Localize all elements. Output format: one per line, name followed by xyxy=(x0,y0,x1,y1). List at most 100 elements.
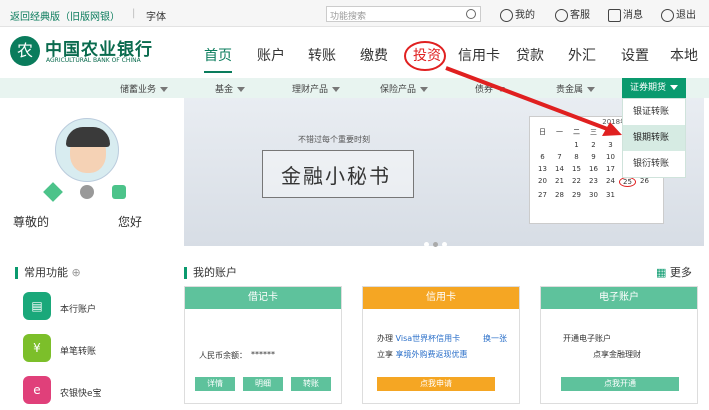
transfer-button[interactable]: 转账 xyxy=(291,377,331,391)
nav-payment[interactable]: 缴费 xyxy=(360,45,388,65)
yuan-icon[interactable]: ¥ xyxy=(23,334,51,362)
calendar-day: 8 xyxy=(574,153,579,161)
e-line2: 点享金融理财 xyxy=(593,350,641,359)
calendar-day: 29 xyxy=(572,191,581,199)
calendar-day: 14 xyxy=(555,165,564,173)
securities-dropdown: 银证转账 银期转账 银衍转账 xyxy=(622,98,686,178)
search-icon[interactable] xyxy=(466,9,476,19)
greeting-1: 尊敬的 xyxy=(13,215,50,229)
fn-account[interactable]: 本行账户 xyxy=(60,302,96,315)
search-input[interactable]: 功能搜索 xyxy=(326,6,481,22)
avatar[interactable] xyxy=(55,118,119,182)
calendar-day: 20 xyxy=(538,177,547,185)
subnav-metal[interactable]: 贵金属 xyxy=(556,82,596,95)
menu-item-bank-derivatives[interactable]: 银衍转账 xyxy=(623,151,685,177)
fn-ebao[interactable]: 农银快e宝 xyxy=(60,386,102,399)
carousel-dots[interactable] xyxy=(422,232,449,251)
headset-icon xyxy=(555,8,568,22)
e-line1: 开通电子账户 xyxy=(563,334,611,343)
nav-credit-card[interactable]: 信用卡 xyxy=(458,45,500,65)
calendar-weekday: 一 xyxy=(556,128,563,136)
calendar-weekday: 三 xyxy=(590,128,597,136)
calendar-day: 10 xyxy=(606,153,615,161)
calendar-day: 30 xyxy=(589,191,598,199)
more-link[interactable]: ▦ 更多 xyxy=(656,264,692,280)
calendar-weekday: 四 xyxy=(607,128,614,136)
nav-account[interactable]: 账户 xyxy=(257,45,285,65)
calendar-day: 2 xyxy=(591,141,596,149)
statement-button[interactable]: 明细 xyxy=(243,377,283,391)
debit-card-title: 借记卡 xyxy=(185,287,341,309)
nav-local[interactable]: 本地 xyxy=(670,45,698,65)
credit-card-title: 信用卡 xyxy=(363,287,519,309)
calendar-day: 21 xyxy=(555,177,564,185)
subnav-bond[interactable]: 债券 xyxy=(475,82,506,95)
e-account-card: 电子账户 开通电子账户 点享金融理财 点我开通 xyxy=(540,286,698,404)
calendar-day: 16 xyxy=(589,165,598,173)
service-button[interactable]: 客服 xyxy=(555,6,590,22)
banner-tagline: 不错过每个重要时刻 xyxy=(298,135,370,144)
nav-settings[interactable]: 设置 xyxy=(621,45,649,65)
balance-value: ****** xyxy=(251,350,275,359)
classic-version-link[interactable]: 返回经典版（旧版网银） xyxy=(10,8,120,23)
menu-item-bank-securities[interactable]: 银证转账 xyxy=(623,99,685,125)
e-bao-icon[interactable]: e xyxy=(23,376,51,404)
nav-loan[interactable]: 贷款 xyxy=(516,45,544,65)
e-account-title: 电子账户 xyxy=(541,287,697,309)
credit-line2: 立享 享境外购费返现优惠 xyxy=(377,350,468,359)
calendar-day xyxy=(619,191,636,199)
balance-label: 人民币余额： xyxy=(199,351,247,360)
nav-invest[interactable]: 投资 xyxy=(413,45,441,65)
calendar-day: 3 xyxy=(608,141,613,149)
calendar-day xyxy=(636,191,653,199)
apply-button[interactable]: 点我申请 xyxy=(377,377,495,391)
nav-forex[interactable]: 外汇 xyxy=(568,45,596,65)
calendar-day: 17 xyxy=(606,165,615,173)
credit-card: 信用卡 办理 Visa世界杯信用卡 换一张 立享 享境外购费返现优惠 点我申请 xyxy=(362,286,520,404)
subnav-wealth[interactable]: 理财产品 xyxy=(292,82,341,95)
menu-item-bank-futures[interactable]: 银期转账 xyxy=(623,125,685,151)
power-icon xyxy=(661,8,674,22)
greeting-2: 您好 xyxy=(118,215,143,229)
diamond-icon xyxy=(43,182,63,202)
calendar-day: 27 xyxy=(538,191,547,199)
common-title: 常用功能 ⊕ xyxy=(15,264,81,280)
header: 农 中国农业银行 AGRICULTURAL BANK OF CHINA 首页 账… xyxy=(0,27,709,73)
invest-subnav: 储蓄业务 基金 理财产品 保险产品 债券 贵金属 证券期货 xyxy=(0,78,709,98)
fn-transfer[interactable]: 单笔转账 xyxy=(60,344,96,357)
calendar-day: 31 xyxy=(606,191,615,199)
calendar-day: 23 xyxy=(589,177,598,185)
my-button[interactable]: 我的 xyxy=(500,6,535,22)
account-icon[interactable]: ▤ xyxy=(23,292,51,320)
calendar-day: 9 xyxy=(591,153,596,161)
bank-logo: 农 xyxy=(10,36,40,66)
banner-title-box: 金融小秘书 xyxy=(262,150,414,198)
credit-line1: 办理 Visa世界杯信用卡 xyxy=(377,334,461,343)
nav-transfer[interactable]: 转账 xyxy=(308,45,336,65)
mail-icon xyxy=(608,8,621,22)
debit-card: 借记卡 人民币余额： ****** 详情 明细 转账 xyxy=(184,286,342,404)
calendar-day: 22 xyxy=(572,177,581,185)
calendar-day: 15 xyxy=(572,165,581,173)
message-button[interactable]: 消息 xyxy=(608,6,643,22)
user-icon xyxy=(500,8,513,22)
detail-button[interactable]: 详情 xyxy=(195,377,235,391)
font-size-toggle[interactable]: 字体 xyxy=(146,8,166,23)
calendar-day: 24 xyxy=(606,177,615,185)
nav-home[interactable]: 首页 xyxy=(204,45,232,73)
calendar-day: 26 xyxy=(640,177,649,185)
search-placeholder: 功能搜索 xyxy=(330,12,367,22)
open-button[interactable]: 点我开通 xyxy=(561,377,679,391)
calendar-day: 6 xyxy=(540,153,545,161)
logout-button[interactable]: 退出 xyxy=(661,6,696,22)
calendar-day: 1 xyxy=(574,141,579,149)
subnav-savings[interactable]: 储蓄业务 xyxy=(120,82,169,95)
banner-title: 金融小秘书 xyxy=(281,164,391,188)
subnav-fund[interactable]: 基金 xyxy=(215,82,246,95)
subnav-securities[interactable]: 证券期货 xyxy=(622,78,687,98)
calendar-weekday: 二 xyxy=(573,128,580,136)
subnav-insurance[interactable]: 保险产品 xyxy=(380,82,429,95)
calendar-day xyxy=(551,141,568,149)
change-link[interactable]: 换一张 xyxy=(483,333,507,344)
divider: | xyxy=(132,8,136,19)
